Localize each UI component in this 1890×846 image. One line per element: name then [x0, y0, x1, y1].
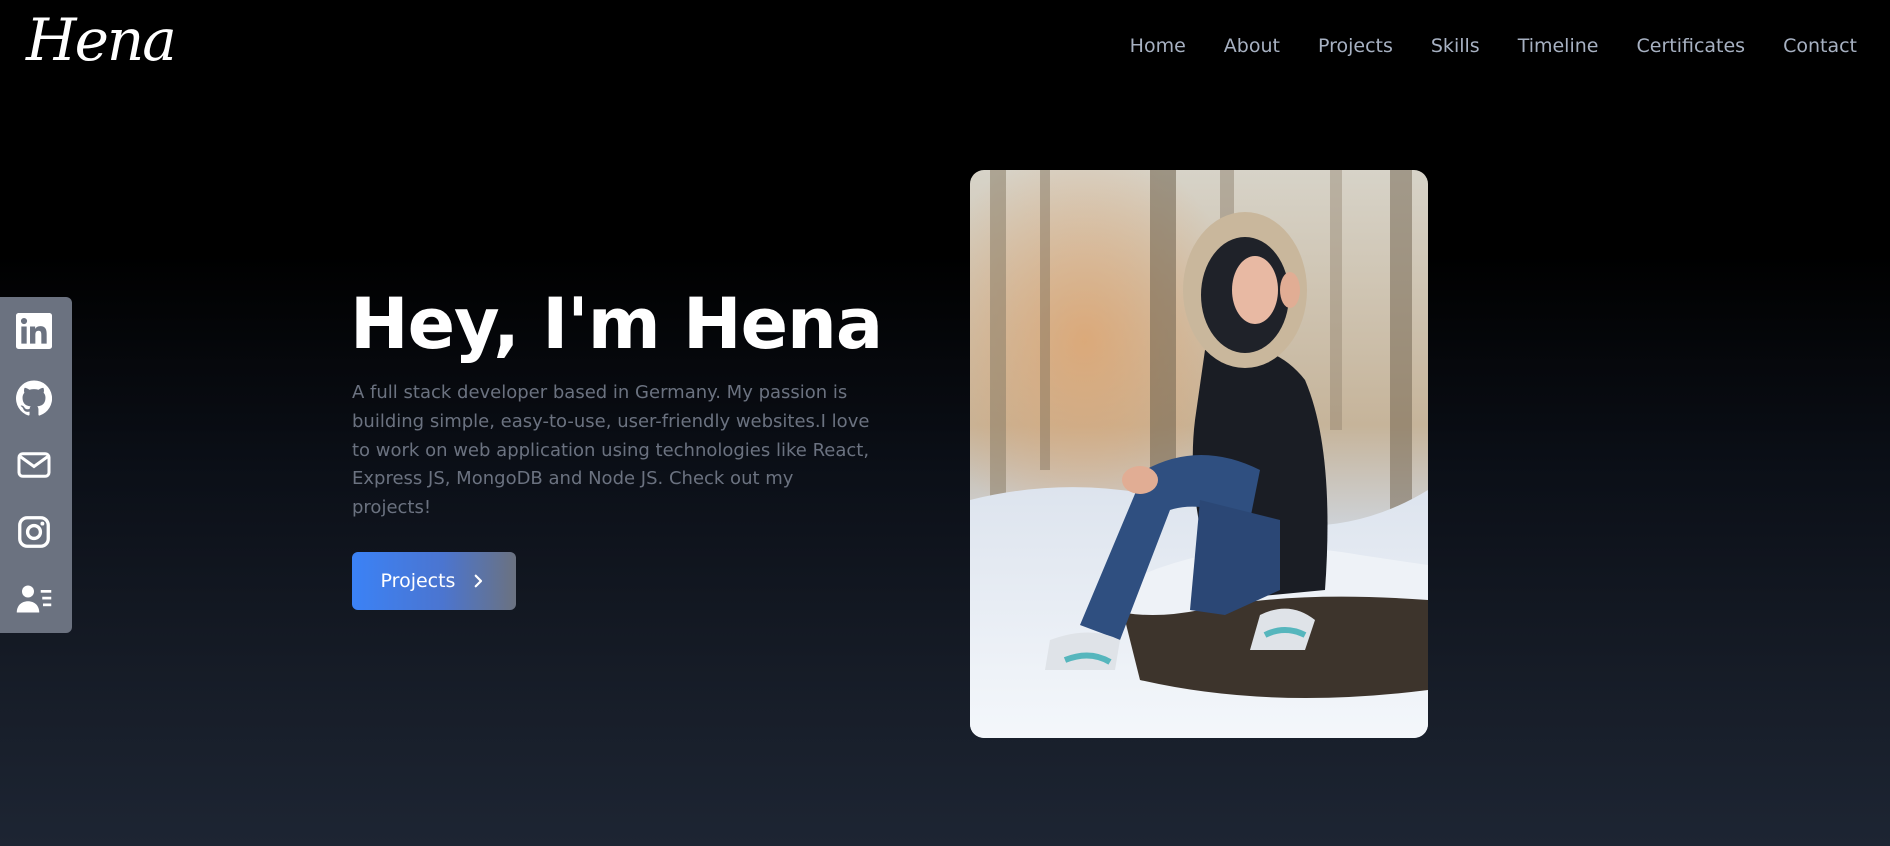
nav-timeline-link[interactable]: Timeline [1518, 32, 1599, 60]
linkedin-icon[interactable] [16, 313, 52, 349]
nav-projects-link[interactable]: Projects [1318, 32, 1393, 60]
mail-icon[interactable] [16, 447, 52, 483]
main-menu: Home About Projects Skills Timeline Cert… [1130, 32, 1857, 60]
nav-skills-link[interactable]: Skills [1431, 32, 1480, 60]
site-logo[interactable]: Hena [26, 4, 177, 76]
nav-home-link[interactable]: Home [1130, 32, 1186, 60]
hero-title: Hey, I'm Hena [350, 283, 883, 365]
hero-description: A full stack developer based in Germany.… [352, 382, 870, 519]
profile-photo [970, 170, 1428, 738]
projects-button[interactable]: Projects [352, 552, 516, 610]
navbar: Hena Home About Projects Skills Timeline… [0, 0, 1890, 92]
instagram-icon[interactable] [16, 514, 52, 550]
nav-certificates-link[interactable]: Certificates [1636, 32, 1745, 60]
projects-button-label: Projects [380, 570, 456, 592]
resume-icon[interactable] [16, 581, 52, 617]
social-sidebar [0, 297, 72, 633]
chevron-right-icon [469, 572, 487, 590]
github-icon[interactable] [16, 380, 52, 416]
nav-contact-link[interactable]: Contact [1783, 32, 1857, 60]
nav-about-link[interactable]: About [1224, 32, 1280, 60]
